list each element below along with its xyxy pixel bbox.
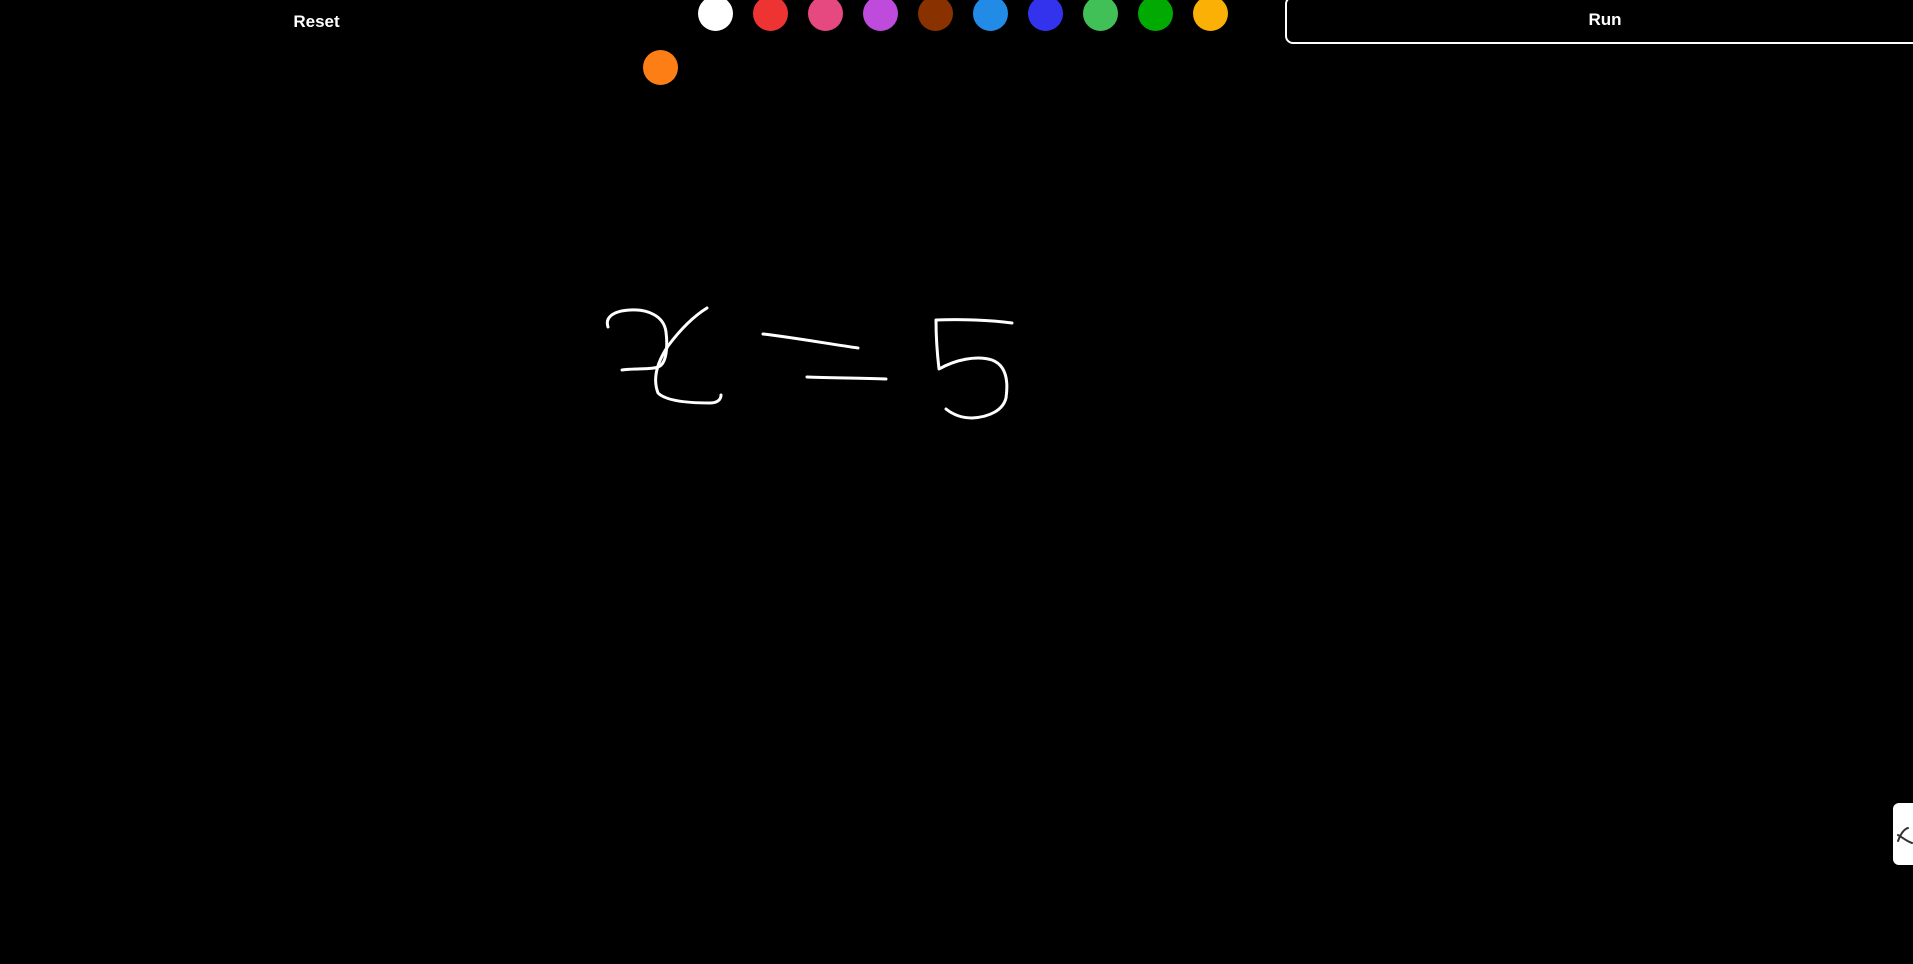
handwritten-equals-top-stroke [761,332,860,350]
handwritten-x-stroke [605,308,669,372]
handwritten-five-stroke [934,318,1014,420]
color-swatch-orange[interactable] [643,50,678,85]
scribble-icon [1897,827,1913,844]
drawing-app: Reset Run [0,0,1913,964]
side-panel-handle[interactable] [1893,803,1913,865]
drawing-canvas[interactable] [0,0,1913,964]
reset-button[interactable]: Reset [0,0,633,44]
run-button[interactable]: Run [1285,0,1913,44]
handwritten-equals-bottom-stroke [805,375,888,381]
